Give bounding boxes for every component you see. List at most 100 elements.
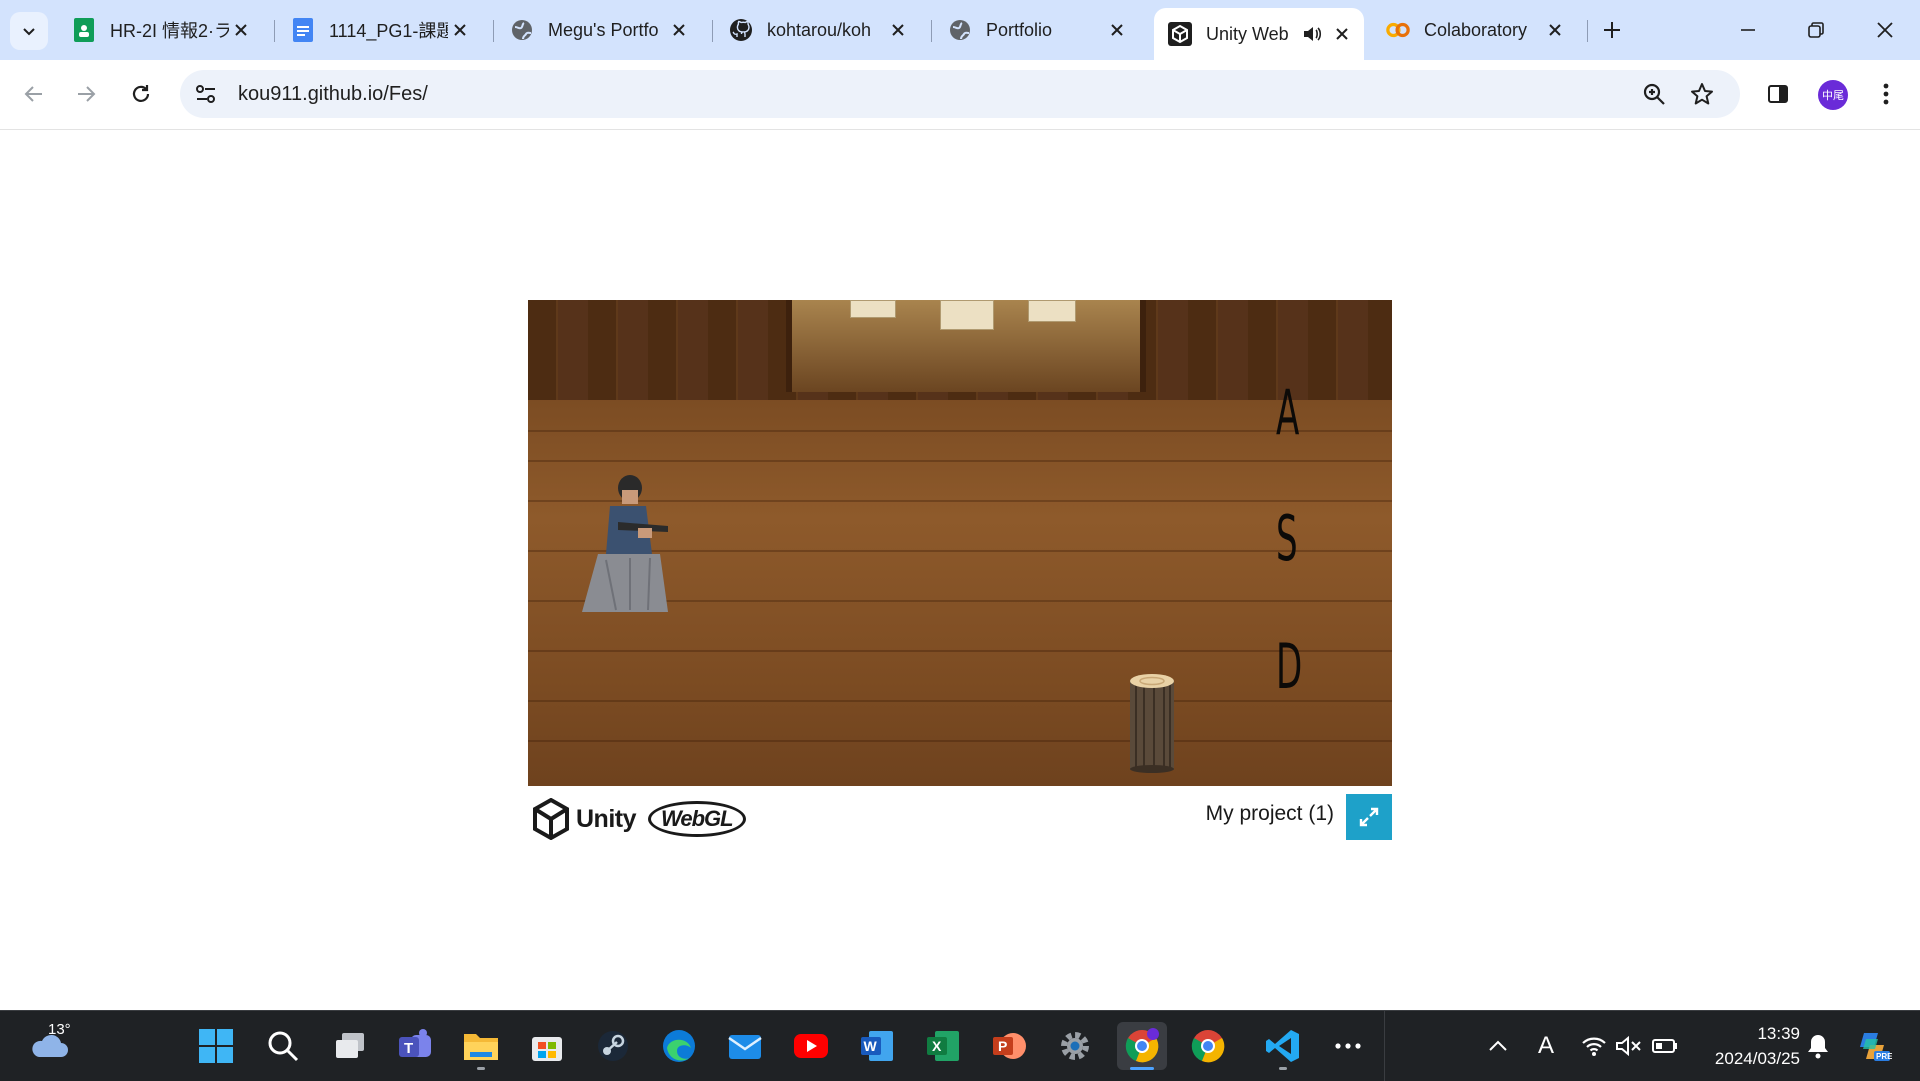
word-app[interactable]: W [855, 1024, 899, 1068]
youtube-app[interactable] [789, 1024, 833, 1068]
store-app[interactable] [525, 1024, 569, 1068]
back-button[interactable] [14, 74, 54, 114]
more-vert-icon [1883, 83, 1889, 105]
notifications-button[interactable] [1796, 1024, 1840, 1068]
menu-button[interactable] [1866, 74, 1906, 114]
sheets-icon [72, 18, 96, 42]
copilot-button[interactable]: PRE [1852, 1024, 1896, 1068]
battery-button[interactable] [1643, 1024, 1687, 1068]
profile-avatar[interactable]: 中尾 [1818, 80, 1848, 110]
restore-button[interactable] [1788, 8, 1844, 52]
clock-time: 13:39 [1757, 1024, 1800, 1043]
store-icon [532, 1037, 562, 1061]
unity-icon [1168, 22, 1192, 46]
active-indicator [1130, 1067, 1154, 1070]
tab-unity-webgl[interactable]: Unity Web [1154, 8, 1364, 60]
search-button[interactable] [261, 1024, 305, 1068]
tab-github-kohtarou[interactable]: kohtarou/koh [715, 8, 920, 52]
mail-icon [728, 1035, 762, 1059]
close-icon[interactable] [1543, 18, 1567, 42]
settings-app[interactable] [1053, 1024, 1097, 1068]
close-icon[interactable] [448, 18, 472, 42]
new-tab-button[interactable] [1584, 8, 1640, 52]
key-prompt-s: S [1276, 502, 1298, 575]
close-icon[interactable] [1105, 18, 1129, 42]
excel-app[interactable]: X [921, 1024, 965, 1068]
tokonoma-alcove [786, 300, 1146, 392]
bookmark-button[interactable] [1682, 74, 1722, 114]
word-icon: W [861, 1031, 893, 1061]
close-icon [1877, 22, 1893, 38]
svg-text:P: P [998, 1038, 1007, 1054]
edge-icon [663, 1030, 695, 1062]
tab-1114-pg1[interactable]: 1114_PG1-課題 [277, 8, 482, 52]
chevron-down-icon [23, 28, 35, 36]
minimize-button[interactable] [1720, 8, 1776, 52]
unity-label: Unity [576, 804, 637, 833]
zoom-icon [1643, 83, 1665, 105]
vscode-app[interactable] [1261, 1024, 1305, 1068]
site-info-icon[interactable] [182, 70, 230, 118]
tab-colaboratory[interactable]: Colaboratory [1372, 8, 1577, 52]
tab-title: Megu's Portfo [548, 19, 659, 40]
teams-app[interactable]: T [393, 1024, 437, 1068]
unity-cube-icon [533, 798, 569, 840]
speaker-icon[interactable] [1300, 22, 1324, 46]
running-indicator [477, 1067, 485, 1070]
tab-megus-portfolio[interactable]: Megu's Portfo [496, 8, 701, 52]
side-panel-button[interactable] [1758, 74, 1798, 114]
task-view-button[interactable] [328, 1024, 372, 1068]
tab-title: Colaboratory [1424, 19, 1528, 40]
zoom-button[interactable] [1634, 74, 1674, 114]
folder-icon [464, 1034, 498, 1060]
close-icon[interactable] [229, 18, 253, 42]
system-clock[interactable]: 13:39 2024/03/25 [1700, 1021, 1800, 1071]
tab-separator [712, 20, 713, 42]
chrome-app[interactable] [1186, 1024, 1230, 1068]
plus-icon [1604, 22, 1620, 38]
reload-button[interactable] [121, 74, 161, 114]
tab-separator [931, 20, 932, 42]
ime-indicator[interactable]: A [1524, 1024, 1568, 1068]
tab-search-button[interactable] [10, 12, 48, 50]
key-prompt-a: A [1276, 376, 1300, 449]
key-prompt-d: D [1276, 630, 1303, 703]
chrome-icon [1191, 1030, 1225, 1063]
webgl-label: WebGL [648, 801, 746, 837]
teams-icon: T [399, 1029, 431, 1057]
more-apps-button[interactable] [1326, 1024, 1370, 1068]
start-button[interactable] [194, 1024, 238, 1068]
fullscreen-button[interactable] [1346, 794, 1392, 840]
url-text[interactable]: kou911.github.io/Fes/ [238, 83, 428, 106]
restore-icon [1808, 22, 1824, 38]
svg-text:X: X [932, 1038, 942, 1054]
tab-separator [493, 20, 494, 42]
tab-hr2i[interactable]: HR-2I 情報2·ラ [58, 8, 263, 52]
forward-button[interactable] [66, 74, 106, 114]
svg-text:T: T [404, 1040, 413, 1057]
unity-webgl-footer: Unity WebGL My project (1) [528, 790, 1392, 840]
chrome-profile-app[interactable] [1117, 1022, 1167, 1070]
tab-title: Unity Web [1206, 23, 1289, 44]
close-icon[interactable] [1330, 22, 1354, 46]
close-icon[interactable] [886, 18, 910, 42]
mail-app[interactable] [723, 1024, 767, 1068]
task-view-icon [336, 1033, 364, 1058]
tab-portfolio[interactable]: Portfolio [934, 8, 1139, 52]
file-explorer-app[interactable] [459, 1024, 503, 1068]
side-panel-icon [1768, 85, 1788, 103]
close-icon[interactable] [667, 18, 691, 42]
steam-app[interactable] [591, 1024, 635, 1068]
show-hidden-icons-button[interactable] [1476, 1024, 1520, 1068]
weather-temperature: 13° [48, 1021, 71, 1038]
unity-game-canvas[interactable]: A S D [528, 300, 1392, 786]
scroll-decoration [1028, 300, 1076, 322]
floor-line [528, 740, 1392, 742]
address-bar[interactable]: kou911.github.io/Fes/ [180, 70, 1740, 118]
edge-app[interactable] [657, 1024, 701, 1068]
copilot-icon: PRE [1860, 1033, 1892, 1061]
samurai-character [582, 475, 668, 612]
powerpoint-app[interactable]: P [987, 1024, 1031, 1068]
close-window-button[interactable] [1857, 8, 1913, 52]
powerpoint-icon: P [993, 1033, 1026, 1059]
